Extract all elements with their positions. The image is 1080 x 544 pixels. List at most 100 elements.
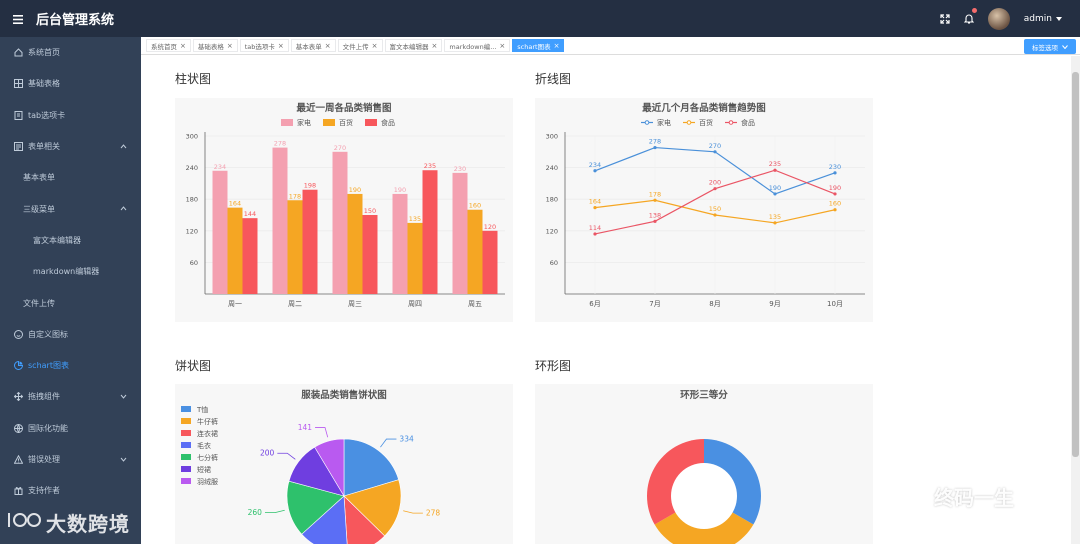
close-icon[interactable]: × (499, 42, 505, 50)
y-tick-label: 240 (186, 164, 198, 172)
legend-label: 毛衣 (197, 441, 211, 450)
chart-title: 最近几个月各品类销售趋势图 (642, 102, 766, 114)
sidebar-item-i18n[interactable]: 国际化功能 (0, 413, 141, 444)
tag-label: tab选项卡 (244, 42, 275, 51)
chevron-up-icon (120, 204, 127, 213)
scrollbar[interactable] (1071, 56, 1080, 544)
sidebar-item-third-menu[interactable]: 三级菜单 (0, 193, 141, 224)
data-point (833, 171, 837, 175)
tag-schart[interactable]: schart图表 × (512, 39, 565, 52)
bar (227, 207, 243, 294)
scrollbar-thumb[interactable] (1072, 72, 1079, 457)
chevron-down-icon (120, 455, 127, 464)
sidebar-item-label: tab选项卡 (28, 110, 66, 120)
bar (362, 215, 378, 294)
data-label: 160 (469, 202, 481, 210)
tag-label: 文件上传 (342, 42, 369, 51)
data-label: 190 (769, 184, 781, 192)
legend-label: 七分裤 (197, 453, 218, 462)
tag-upload[interactable]: 文件上传 × (337, 39, 383, 52)
sidebar-item-error[interactable]: 错误处理 (0, 444, 141, 475)
close-icon[interactable]: × (180, 42, 186, 50)
sidebar-item-table[interactable]: 基础表格 (0, 68, 141, 99)
tags-bar: 系统首页 × 基础表格 × tab选项卡 × 基本表单 × 文件上传 × 富文本编辑器 × … (141, 37, 1080, 55)
sidebar-item-label: 支持作者 (28, 486, 60, 496)
tag-options-button[interactable]: 标签选项 (1024, 39, 1076, 54)
table-icon (13, 79, 23, 89)
data-label: 164 (229, 200, 241, 208)
sidebar-item-support[interactable]: 支持作者 (0, 475, 141, 506)
legend-label: 短裙 (197, 465, 211, 474)
x-tick-label: 周二 (288, 300, 302, 308)
logo-icon (6, 510, 42, 535)
data-label: 198 (304, 182, 316, 190)
bar (482, 230, 498, 294)
sidebar-item-schart[interactable]: schart图表 (0, 350, 141, 381)
x-tick-label: 周一 (228, 300, 242, 308)
tag-markdown[interactable]: markdown编... × (444, 39, 511, 52)
data-label: 278 (274, 140, 286, 148)
tag-label: schart图表 (517, 42, 551, 51)
user-dropdown[interactable]: admin (1024, 14, 1062, 24)
sidebar-item-markdown-editor[interactable]: markdown编辑器 (0, 256, 141, 287)
sidebar-item-rich-editor[interactable]: 富文本编辑器 (0, 225, 141, 256)
tag-table[interactable]: 基础表格 × (192, 39, 238, 52)
watermark-text: 大数跨境 (46, 512, 130, 536)
data-label: 270 (334, 144, 346, 152)
close-icon[interactable]: × (372, 42, 378, 50)
tag-label: 系统首页 (151, 42, 177, 51)
close-icon[interactable]: × (325, 42, 331, 50)
legend-swatch (686, 120, 692, 125)
avatar[interactable] (987, 7, 1010, 30)
menu-toggle-button[interactable] (0, 9, 36, 28)
tag-home[interactable]: 系统首页 × (146, 39, 191, 52)
data-label: 135 (409, 215, 421, 223)
app-title: 后台管理系统 (36, 13, 115, 28)
bar (332, 151, 348, 294)
notification-bell-icon[interactable] (963, 8, 977, 28)
legend-swatch (728, 120, 734, 125)
legend-swatch (181, 454, 191, 460)
sidebar-item-basic-form[interactable]: 基本表单 (0, 162, 141, 193)
y-tick-label: 240 (546, 164, 558, 172)
watermark-right: 终码一生 (902, 482, 1014, 511)
data-point (713, 187, 717, 191)
bar (392, 193, 408, 294)
x-tick-label: 10月 (827, 300, 843, 308)
bar (452, 172, 468, 294)
tag-tab[interactable]: tab选项卡 × (239, 39, 289, 52)
sidebar-item-label: 文件上传 (23, 298, 55, 308)
sidebar-item-upload[interactable]: 文件上传 (0, 287, 141, 318)
sidebar-item-icons[interactable]: 自定义图标 (0, 319, 141, 350)
close-icon[interactable]: × (227, 42, 233, 50)
sidebar-item-drag[interactable]: 拖拽组件 (0, 381, 141, 412)
tag-rich-editor[interactable]: 富文本编辑器 × (384, 39, 443, 52)
top-header: 后台管理系统 admin (0, 0, 1080, 37)
tag-basic-form[interactable]: 基本表单 × (290, 39, 336, 52)
warning-icon (13, 455, 23, 465)
y-tick-label: 300 (546, 133, 558, 141)
x-tick-label: 周三 (348, 300, 362, 308)
sidebar-item-form[interactable]: 表单相关 (0, 131, 141, 162)
data-point (593, 169, 597, 173)
fullscreen-icon[interactable] (940, 9, 950, 28)
data-label: 200 (709, 179, 721, 187)
y-tick-label: 120 (186, 227, 198, 235)
close-icon[interactable]: × (278, 42, 284, 50)
close-icon[interactable]: × (432, 42, 438, 50)
data-point (593, 232, 597, 236)
bar (407, 222, 423, 294)
y-tick-label: 120 (546, 227, 558, 235)
bar-chart-card: 最近一周各品类销售图 家电 百货 食品 60 120 180 240 300 周一 234 164 14… (175, 98, 513, 322)
data-label: 278 (426, 509, 441, 518)
section-title-pie: 饼状图 (175, 359, 212, 373)
legend-label: 羽绒服 (197, 477, 218, 486)
legend-label: 百货 (339, 118, 353, 127)
data-point (653, 219, 657, 223)
tab-icon (13, 110, 23, 120)
close-icon[interactable]: × (554, 42, 560, 50)
sidebar-item-tab[interactable]: tab选项卡 (0, 100, 141, 131)
sidebar-item-label: 富文本编辑器 (33, 235, 81, 245)
drag-icon (13, 392, 23, 402)
sidebar-item-home[interactable]: 系统首页 (0, 37, 141, 68)
